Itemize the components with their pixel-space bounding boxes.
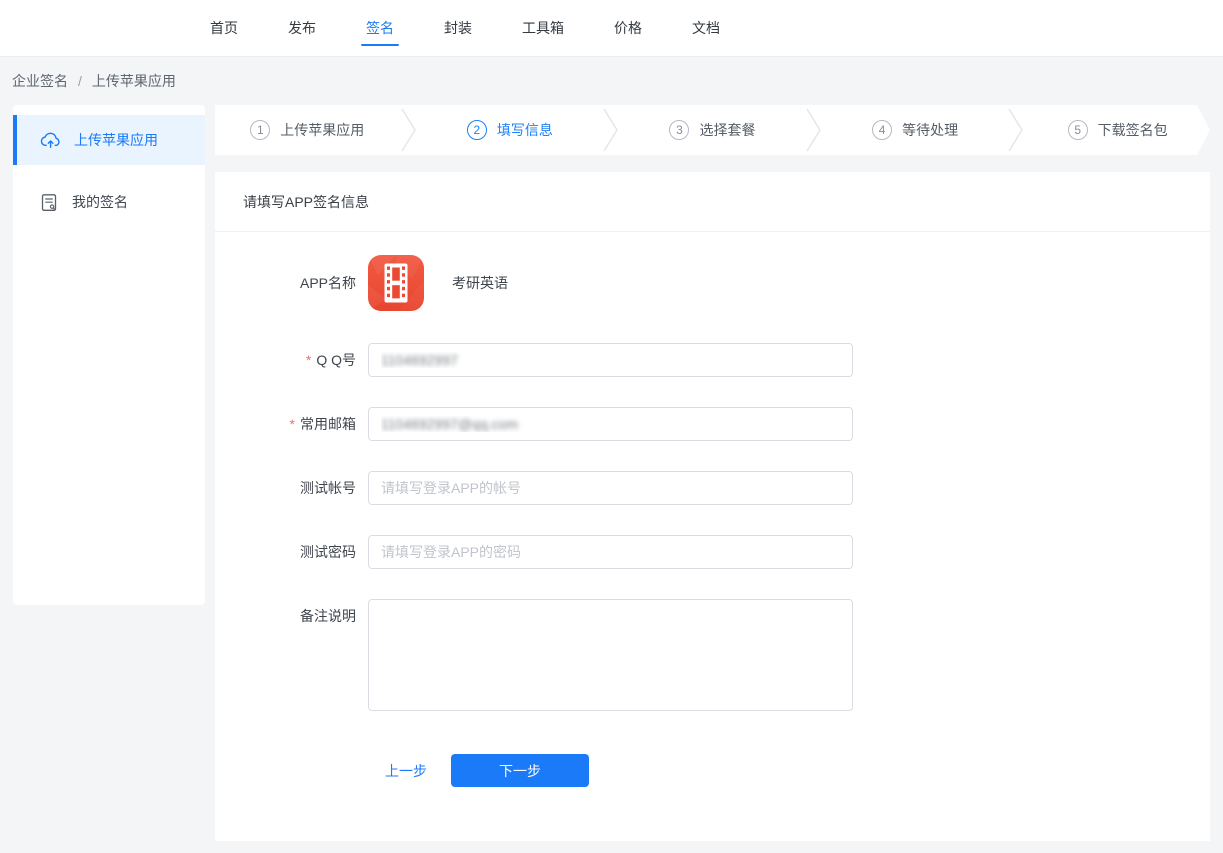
sidebar: 上传苹果应用 我的签名: [13, 105, 205, 605]
step-label: 等待处理: [902, 120, 958, 140]
test-password-row: 测试密码: [215, 535, 1210, 569]
step-number: 5: [1068, 120, 1088, 140]
film-app-icon: [368, 255, 424, 311]
step-4-waiting: 4 等待处理: [823, 105, 1008, 155]
prev-step-link[interactable]: 上一步: [385, 761, 427, 781]
email-row: 常用邮箱: [215, 407, 1210, 441]
breadcrumb-upload-ios-app: 上传苹果应用: [92, 71, 176, 91]
breadcrumb: 企业签名 / 上传苹果应用: [12, 57, 176, 105]
nav-item-home[interactable]: 首页: [210, 0, 238, 56]
nav-item-sign[interactable]: 签名: [366, 0, 394, 56]
step-chevron-icon: [1007, 105, 1025, 155]
remark-textarea[interactable]: [368, 599, 853, 711]
step-label: 上传苹果应用: [280, 120, 364, 140]
remark-label: 备注说明: [215, 599, 356, 633]
remark-row: 备注说明: [215, 599, 1210, 711]
step-label: 选择套餐: [699, 120, 755, 140]
nav-item-publish[interactable]: 发布: [288, 0, 316, 56]
nav-item-price[interactable]: 价格: [614, 0, 642, 56]
form-card: 请填写APP签名信息 APP名称: [215, 172, 1210, 841]
test-password-input[interactable]: [368, 535, 853, 569]
test-account-row: 测试帐号: [215, 471, 1210, 505]
step-1-upload-app: 1 上传苹果应用: [215, 105, 400, 155]
step-chevron-icon: [602, 105, 620, 155]
qq-label: Q Q号: [215, 343, 356, 377]
step-wizard: 1 上传苹果应用 2 填写信息 3 选择套餐 4 等待处理 5 下载签名包: [215, 105, 1210, 155]
qq-input[interactable]: [368, 343, 853, 377]
form-title: 请填写APP签名信息: [215, 172, 1210, 232]
step-label: 下载签名包: [1098, 120, 1168, 140]
test-account-input[interactable]: [368, 471, 853, 505]
sidebar-item-my-signatures[interactable]: 我的签名: [13, 177, 205, 227]
form-actions: 上一步 下一步: [215, 754, 1210, 787]
top-nav: 首页 发布 签名 封装 工具箱 价格 文档: [0, 0, 1223, 57]
step-number: 3: [669, 120, 689, 140]
cloud-upload-icon: [40, 131, 61, 149]
step-label: 填写信息: [497, 120, 553, 140]
signature-form: APP名称: [215, 232, 1210, 787]
nav-item-package[interactable]: 封装: [444, 0, 472, 56]
step-number: 1: [250, 120, 270, 140]
sidebar-item-label: 上传苹果应用: [74, 130, 158, 150]
app-name-label: APP名称: [215, 255, 356, 311]
email-label: 常用邮箱: [215, 407, 356, 441]
test-account-label: 测试帐号: [215, 471, 356, 505]
app-name-row: APP名称: [215, 255, 1210, 311]
breadcrumb-separator: /: [78, 73, 82, 89]
sidebar-item-label: 我的签名: [72, 192, 128, 212]
sidebar-item-upload-ios-app[interactable]: 上传苹果应用: [13, 115, 205, 165]
nav-item-toolbox[interactable]: 工具箱: [522, 0, 564, 56]
nav-item-docs[interactable]: 文档: [692, 0, 720, 56]
step-chevron-icon: [805, 105, 823, 155]
step-5-download-package: 5 下载签名包: [1025, 105, 1210, 155]
step-chevron-icon: [400, 105, 418, 155]
email-input[interactable]: [368, 407, 853, 441]
step-3-choose-plan: 3 选择套餐: [620, 105, 805, 155]
step-number: 2: [467, 120, 487, 140]
step-2-fill-info: 2 填写信息: [418, 105, 603, 155]
breadcrumb-enterprise-sign[interactable]: 企业签名: [12, 71, 68, 91]
step-number: 4: [872, 120, 892, 140]
test-password-label: 测试密码: [215, 535, 356, 569]
app-name-value: 考研英语: [452, 273, 508, 293]
signature-doc-icon: [40, 193, 59, 212]
qq-row: Q Q号: [215, 343, 1210, 377]
next-step-button[interactable]: 下一步: [451, 754, 589, 787]
